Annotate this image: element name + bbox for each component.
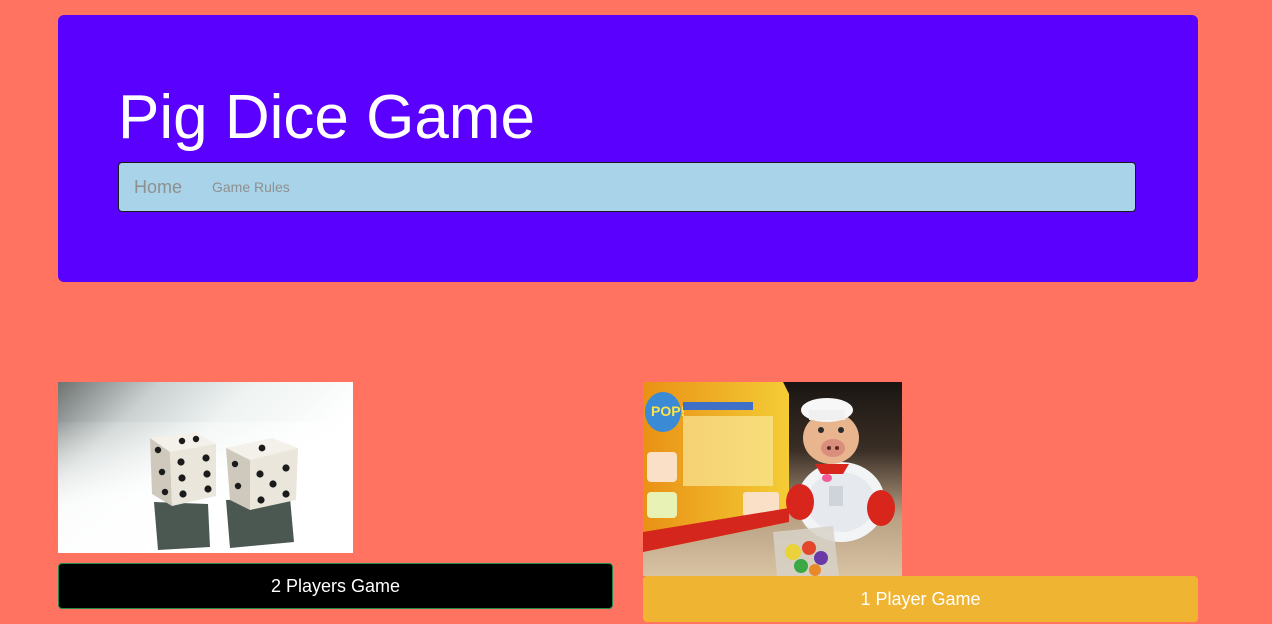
navbar: Home Game Rules <box>118 162 1136 212</box>
header-banner: Pig Dice Game Home Game Rules <box>58 15 1198 282</box>
nav-home-link[interactable]: Home <box>134 163 182 211</box>
two-player-game-button[interactable]: 2 Players Game <box>58 563 613 609</box>
dice-image <box>58 382 353 553</box>
page-title: Pig Dice Game <box>118 83 535 152</box>
one-player-game-button[interactable]: 1 Player Game <box>643 576 1198 622</box>
svg-text:POP!: POP! <box>651 403 685 419</box>
pig-toy-image: POP! <box>643 382 902 576</box>
nav-game-rules-link[interactable]: Game Rules <box>212 163 290 211</box>
